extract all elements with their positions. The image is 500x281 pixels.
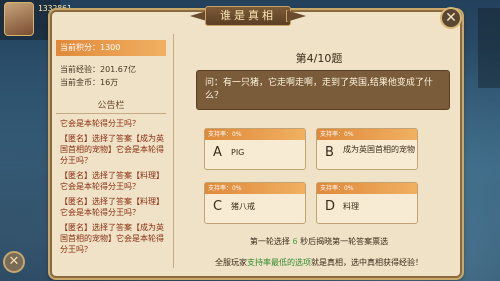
option-support-rate: 支持率：0% bbox=[317, 129, 417, 140]
question-text: 问：有一只猪，它走啊走啊，走到了英国,结果他变成了什么？ bbox=[196, 70, 450, 110]
bulletin-item: 【匿名】选择了答案【成为英国首相的宠物】它会是本轮得分王吗？ bbox=[60, 223, 164, 254]
option-b-button[interactable]: 支持率：0% B 成为英国首相的宠物 bbox=[316, 128, 418, 170]
footer-tip: 全服玩家支持率最低的选项就是真相，选中真相获得经验！ bbox=[176, 257, 462, 268]
footer-after: 就是真相，选中真相获得经验！ bbox=[311, 258, 423, 267]
option-letter: A bbox=[213, 145, 222, 160]
option-d-button[interactable]: 支持率：0% D 料理 bbox=[316, 182, 418, 224]
player-avatar[interactable] bbox=[4, 2, 34, 36]
right-edge-hud bbox=[478, 8, 500, 88]
bulletin-item: 【匿名】选择了答案【料理】它会是本轮得分王吗？ bbox=[60, 197, 164, 217]
current-exp: 当前经验：201.67亿 bbox=[60, 65, 136, 74]
option-letter: D bbox=[325, 199, 336, 214]
footer-before: 全服玩家 bbox=[215, 258, 247, 267]
close-icon[interactable]: ✕ bbox=[440, 7, 462, 29]
bulletin-title: 公告栏 bbox=[56, 98, 166, 114]
option-c-button[interactable]: 支持率：0% C 猪八戒 bbox=[204, 182, 306, 224]
bulletin-item: 【匿名】选择了答案【成为英国首相的宠物】它会是本轮得分王吗？ bbox=[60, 134, 164, 165]
option-text: 料理 bbox=[343, 202, 359, 211]
option-support-rate: 支持率：0% bbox=[205, 183, 305, 194]
footer-highlight: 支持率最低的选项 bbox=[247, 258, 311, 267]
option-text: 成为英国首相的宠物 bbox=[343, 145, 415, 154]
current-gold: 当前金币：16万 bbox=[60, 78, 119, 87]
countdown-before: 第一轮选择 bbox=[249, 237, 290, 246]
countdown-after: 秒后揭晓第一轮答案票选 bbox=[300, 237, 389, 246]
bulletin-list[interactable]: 它会是本轮得分王吗？ 【匿名】选择了答案【成为英国首相的宠物】它会是本轮得分王吗… bbox=[56, 116, 168, 268]
countdown-text: 第一轮选择 6 秒后揭晓第一轮答案票选 bbox=[176, 236, 462, 247]
option-support-rate: 支持率：0% bbox=[317, 183, 417, 194]
option-text: PIG bbox=[231, 148, 245, 157]
bulletin-item: 它会是本轮得分王吗？ bbox=[60, 119, 140, 128]
current-score: 当前积分：1300 bbox=[56, 40, 166, 56]
option-letter: B bbox=[325, 145, 334, 160]
option-letter: C bbox=[213, 199, 223, 214]
option-support-rate: 支持率：0% bbox=[205, 129, 305, 140]
question-number: 第4/10题 bbox=[295, 52, 343, 65]
option-text: 猪八戒 bbox=[231, 202, 255, 211]
settings-icon[interactable]: ✕ bbox=[3, 251, 25, 273]
option-a-button[interactable]: 支持率：0% A PIG bbox=[204, 128, 306, 170]
countdown-seconds: 6 bbox=[292, 237, 298, 246]
bulletin-item: 【匿名】选择了答案【料理】它会是本轮得分王吗？ bbox=[60, 171, 164, 191]
column-divider bbox=[173, 34, 174, 268]
panel-title: 谁是真相 bbox=[205, 6, 291, 26]
